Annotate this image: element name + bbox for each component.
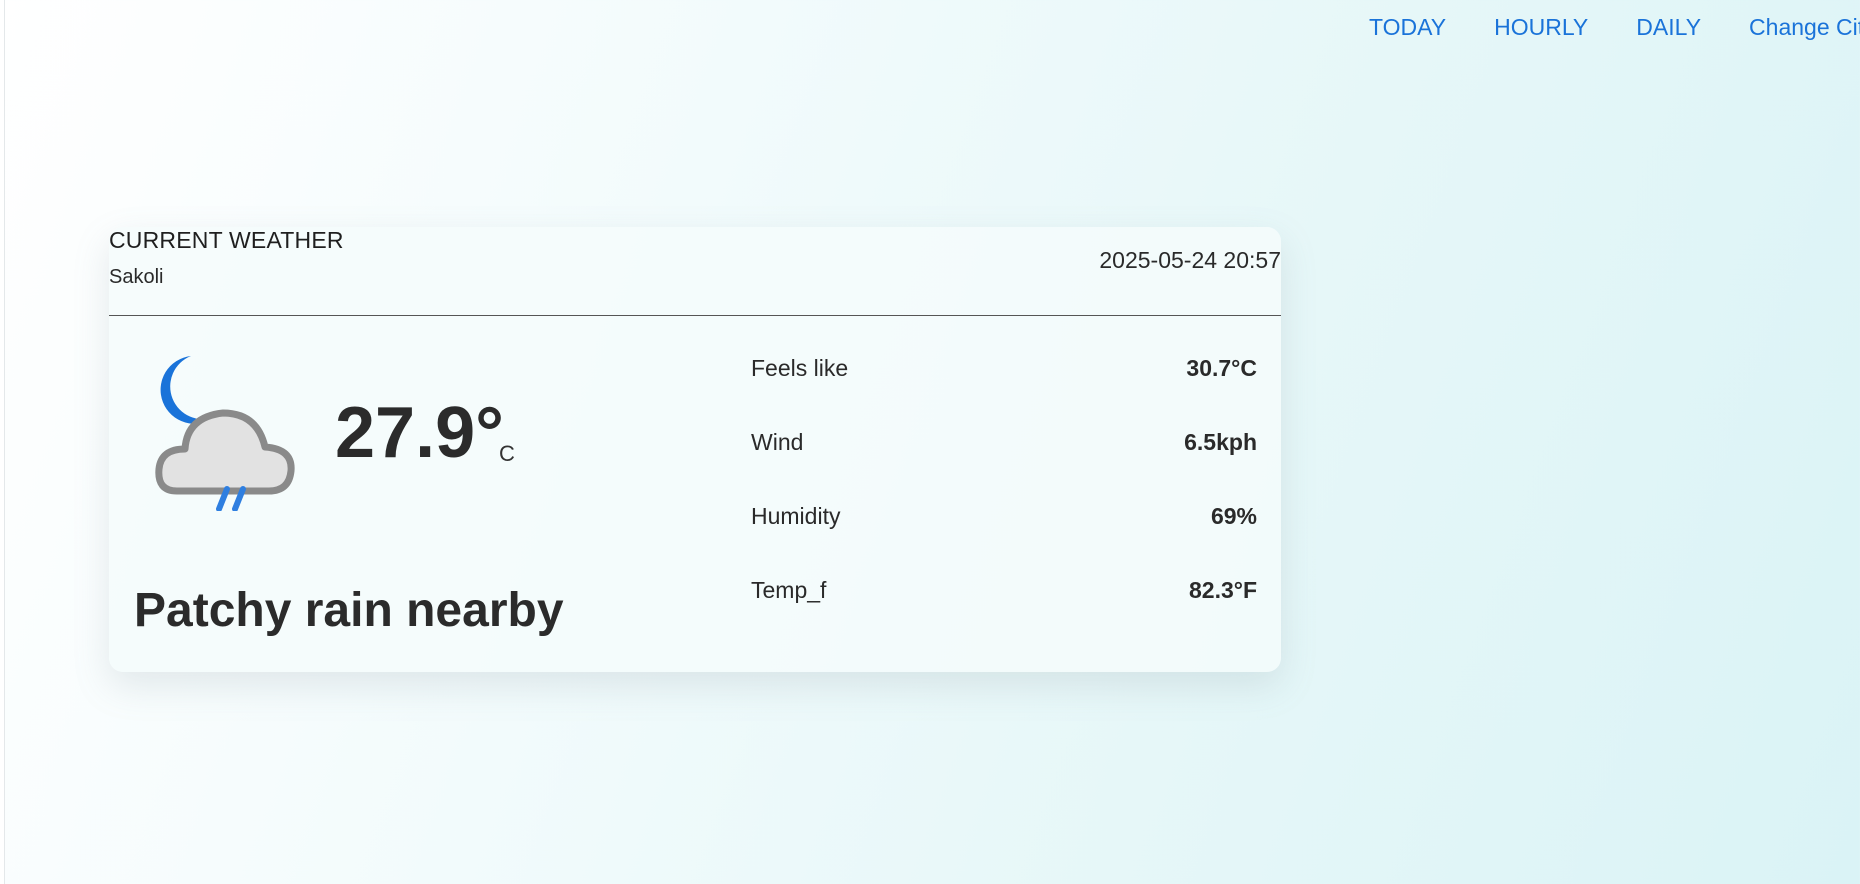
detail-row-wind: Wind 6.5kph: [751, 429, 1257, 503]
nav-daily-link[interactable]: DAILY: [1636, 14, 1701, 41]
detail-row-temp-f: Temp_f 82.3°F: [751, 577, 1257, 651]
current-weather-card: CURRENT WEATHER Sakoli 2025-05-24 20:57 …: [109, 227, 1281, 672]
observation-datetime: 2025-05-24 20:57: [1099, 247, 1281, 273]
weather-condition: Patchy rain nearby: [134, 584, 564, 637]
window-edge: [0, 0, 5, 884]
detail-label: Temp_f: [751, 577, 827, 603]
nav-hourly-link[interactable]: HOURLY: [1494, 14, 1588, 41]
current-temperature: 27.9°: [335, 393, 504, 473]
top-nav: TODAY HOURLY DAILY Change City: [1369, 14, 1860, 41]
card-title: CURRENT WEATHER: [109, 227, 344, 253]
detail-value: 6.5kph: [1184, 429, 1257, 455]
nav-change-city-link[interactable]: Change City: [1749, 14, 1860, 41]
detail-value: 30.7°C: [1186, 355, 1257, 381]
temperature-unit: C: [499, 441, 515, 466]
detail-label: Feels like: [751, 355, 849, 381]
detail-value: 82.3°F: [1188, 577, 1257, 603]
detail-label: Wind: [751, 429, 804, 455]
detail-label: Humidity: [751, 503, 841, 529]
detail-value: 69%: [1210, 503, 1257, 529]
nav-today-link[interactable]: TODAY: [1369, 14, 1446, 41]
detail-row-feels-like: Feels like 30.7°C: [751, 355, 1257, 429]
detail-row-humidity: Humidity 69%: [751, 503, 1257, 577]
card-header: CURRENT WEATHER Sakoli 2025-05-24 20:57: [109, 227, 1281, 316]
city-name: Sakoli: [109, 266, 164, 288]
weather-details: Feels like 30.7°C Wind 6.5kph Humidity 6…: [751, 355, 1257, 651]
night-patchy-rain-icon: [151, 351, 311, 512]
